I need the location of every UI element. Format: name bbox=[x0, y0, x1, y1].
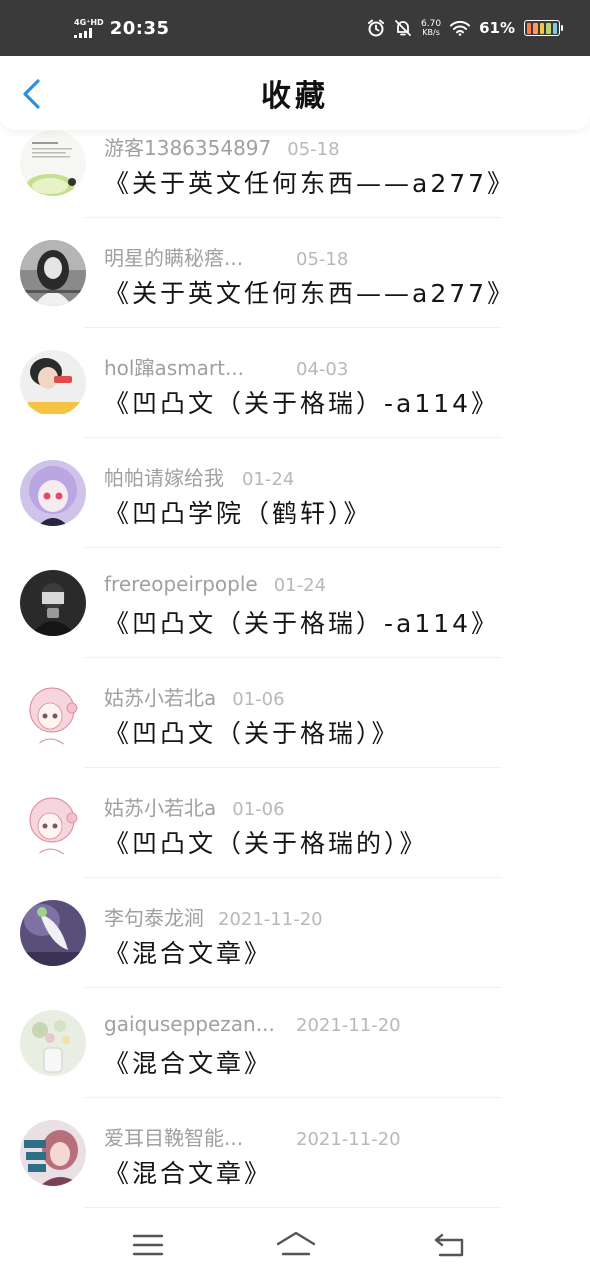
list-item[interactable]: 姑苏小若北a 01-06 《凹凸文（关于格瑞）》 bbox=[0, 658, 590, 768]
author-name: 游客1386354897 bbox=[104, 136, 272, 160]
article-title: 《凹凸文（关于格瑞）》 bbox=[104, 719, 400, 748]
item-meta: 姑苏小若北a 01-06 bbox=[104, 682, 285, 711]
item-meta: gaiquseppezan... 2021-11-20 bbox=[104, 1012, 401, 1036]
item-meta: 李句泰龙涧 2021-11-20 bbox=[104, 902, 323, 931]
favorites-list: 游客1386354897 05-18 《关于英文任何东西——a277》 明星的瞒… bbox=[0, 130, 590, 1210]
saved-date: 2021-11-20 bbox=[218, 909, 323, 930]
avatar[interactable] bbox=[20, 130, 86, 196]
list-item[interactable]: gaiquseppezan... 2021-11-20 《混合文章》 bbox=[0, 988, 590, 1098]
avatar[interactable] bbox=[20, 1010, 86, 1076]
avatar[interactable] bbox=[20, 240, 86, 306]
author-name: 姑苏小若北a bbox=[104, 686, 217, 710]
saved-date: 01-24 bbox=[273, 575, 327, 596]
page-title: 收藏 bbox=[261, 79, 329, 114]
article-title: 《凹凸文（关于格瑞）-a114》 bbox=[104, 609, 500, 638]
home-icon[interactable] bbox=[274, 1228, 318, 1262]
saved-date: 04-03 bbox=[296, 359, 349, 380]
avatar[interactable] bbox=[20, 460, 86, 526]
wifi-icon bbox=[450, 20, 471, 36]
avatar[interactable] bbox=[20, 680, 86, 746]
clock: 20:35 bbox=[109, 17, 170, 39]
app-header: 收藏 bbox=[0, 56, 590, 130]
author-name: 李句泰龙涧 bbox=[104, 906, 204, 930]
article-title: 《凹凸学院（鹤轩）》 bbox=[104, 499, 372, 528]
article-title: 《关于英文任何东西——a277》 bbox=[104, 169, 516, 198]
author-name: gaiquseppezan... bbox=[104, 1012, 275, 1036]
article-title: 《凹凸文（关于格瑞）-a114》 bbox=[104, 389, 500, 418]
article-title: 《凹凸文（关于格瑞的）》 bbox=[104, 829, 428, 858]
divider bbox=[84, 1207, 502, 1208]
system-nav-bar bbox=[0, 1210, 590, 1280]
list-item[interactable]: 爱耳目鞔智能... 2021-11-20 《混合文章》 bbox=[0, 1098, 590, 1208]
mute-icon bbox=[395, 20, 411, 36]
avatar[interactable] bbox=[20, 350, 86, 416]
list-item[interactable]: 帕帕请嫁给我 01-24 《凹凸学院（鹤轩）》 bbox=[0, 438, 590, 548]
saved-date: 01-06 bbox=[232, 689, 285, 710]
author-name: 明星的瞒秘瘩... bbox=[104, 246, 244, 270]
author-name: 帕帕请嫁给我 bbox=[104, 466, 224, 490]
status-left: 4G⁺HD 20:35 bbox=[74, 18, 170, 39]
avatar[interactable] bbox=[20, 900, 86, 966]
saved-date: 01-06 bbox=[232, 799, 285, 820]
author-name: frereopeirpople bbox=[104, 572, 258, 596]
menu-icon[interactable] bbox=[128, 1228, 168, 1262]
saved-date: 2021-11-20 bbox=[296, 1015, 401, 1036]
item-meta: 帕帕请嫁给我 01-24 bbox=[104, 462, 294, 491]
saved-date: 2021-11-20 bbox=[296, 1129, 401, 1150]
avatar[interactable] bbox=[20, 570, 86, 636]
list-item[interactable]: 明星的瞒秘瘩... 05-18 《关于英文任何东西——a277》 bbox=[0, 218, 590, 328]
avatar[interactable] bbox=[20, 790, 86, 856]
author-name: 爱耳目鞔智能... bbox=[104, 1126, 244, 1150]
network-type: 4G⁺HD bbox=[74, 17, 104, 27]
item-meta: hol蹿asmart... 04-03 bbox=[104, 352, 348, 381]
item-meta: frereopeirpople 01-24 bbox=[104, 572, 326, 596]
article-title: 《混合文章》 bbox=[104, 939, 273, 968]
battery-icon bbox=[524, 20, 563, 36]
saved-date: 05-18 bbox=[287, 139, 340, 160]
network-speed: 6.70 KB/s bbox=[421, 18, 442, 37]
item-meta: 爱耳目鞔智能... 2021-11-20 bbox=[104, 1122, 401, 1151]
article-title: 《混合文章》 bbox=[104, 1049, 273, 1078]
item-meta: 姑苏小若北a 01-06 bbox=[104, 792, 285, 821]
list-item[interactable]: frereopeirpople 01-24 《凹凸文（关于格瑞）-a114》 bbox=[0, 548, 590, 658]
author-name: 姑苏小若北a bbox=[104, 796, 217, 820]
status-bar: 4G⁺HD 20:35 6.70 KB/s 61% bbox=[0, 0, 590, 56]
article-title: 《混合文章》 bbox=[104, 1159, 273, 1188]
status-right: 6.70 KB/s 61% bbox=[367, 18, 563, 37]
author-name: hol蹿asmart... bbox=[104, 356, 245, 380]
back-icon[interactable] bbox=[430, 1228, 470, 1262]
chevron-left-icon[interactable] bbox=[18, 78, 48, 110]
item-meta: 明星的瞒秘瘩... 05-18 bbox=[104, 242, 348, 271]
list-item[interactable]: 李句泰龙涧 2021-11-20 《混合文章》 bbox=[0, 878, 590, 988]
saved-date: 05-18 bbox=[296, 249, 349, 270]
list-item[interactable]: 游客1386354897 05-18 《关于英文任何东西——a277》 bbox=[0, 130, 590, 218]
avatar[interactable] bbox=[20, 1120, 86, 1186]
battery-percent: 61% bbox=[479, 19, 515, 37]
list-item[interactable]: 姑苏小若北a 01-06 《凹凸文（关于格瑞的）》 bbox=[0, 768, 590, 878]
article-title: 《关于英文任何东西——a277》 bbox=[104, 279, 516, 308]
alarm-icon bbox=[368, 19, 385, 37]
saved-date: 01-24 bbox=[242, 469, 295, 490]
item-meta: 游客1386354897 05-18 bbox=[104, 132, 340, 161]
list-item[interactable]: hol蹿asmart... 04-03 《凹凸文（关于格瑞）-a114》 bbox=[0, 328, 590, 438]
signal-icon: 4G⁺HD bbox=[74, 17, 104, 38]
